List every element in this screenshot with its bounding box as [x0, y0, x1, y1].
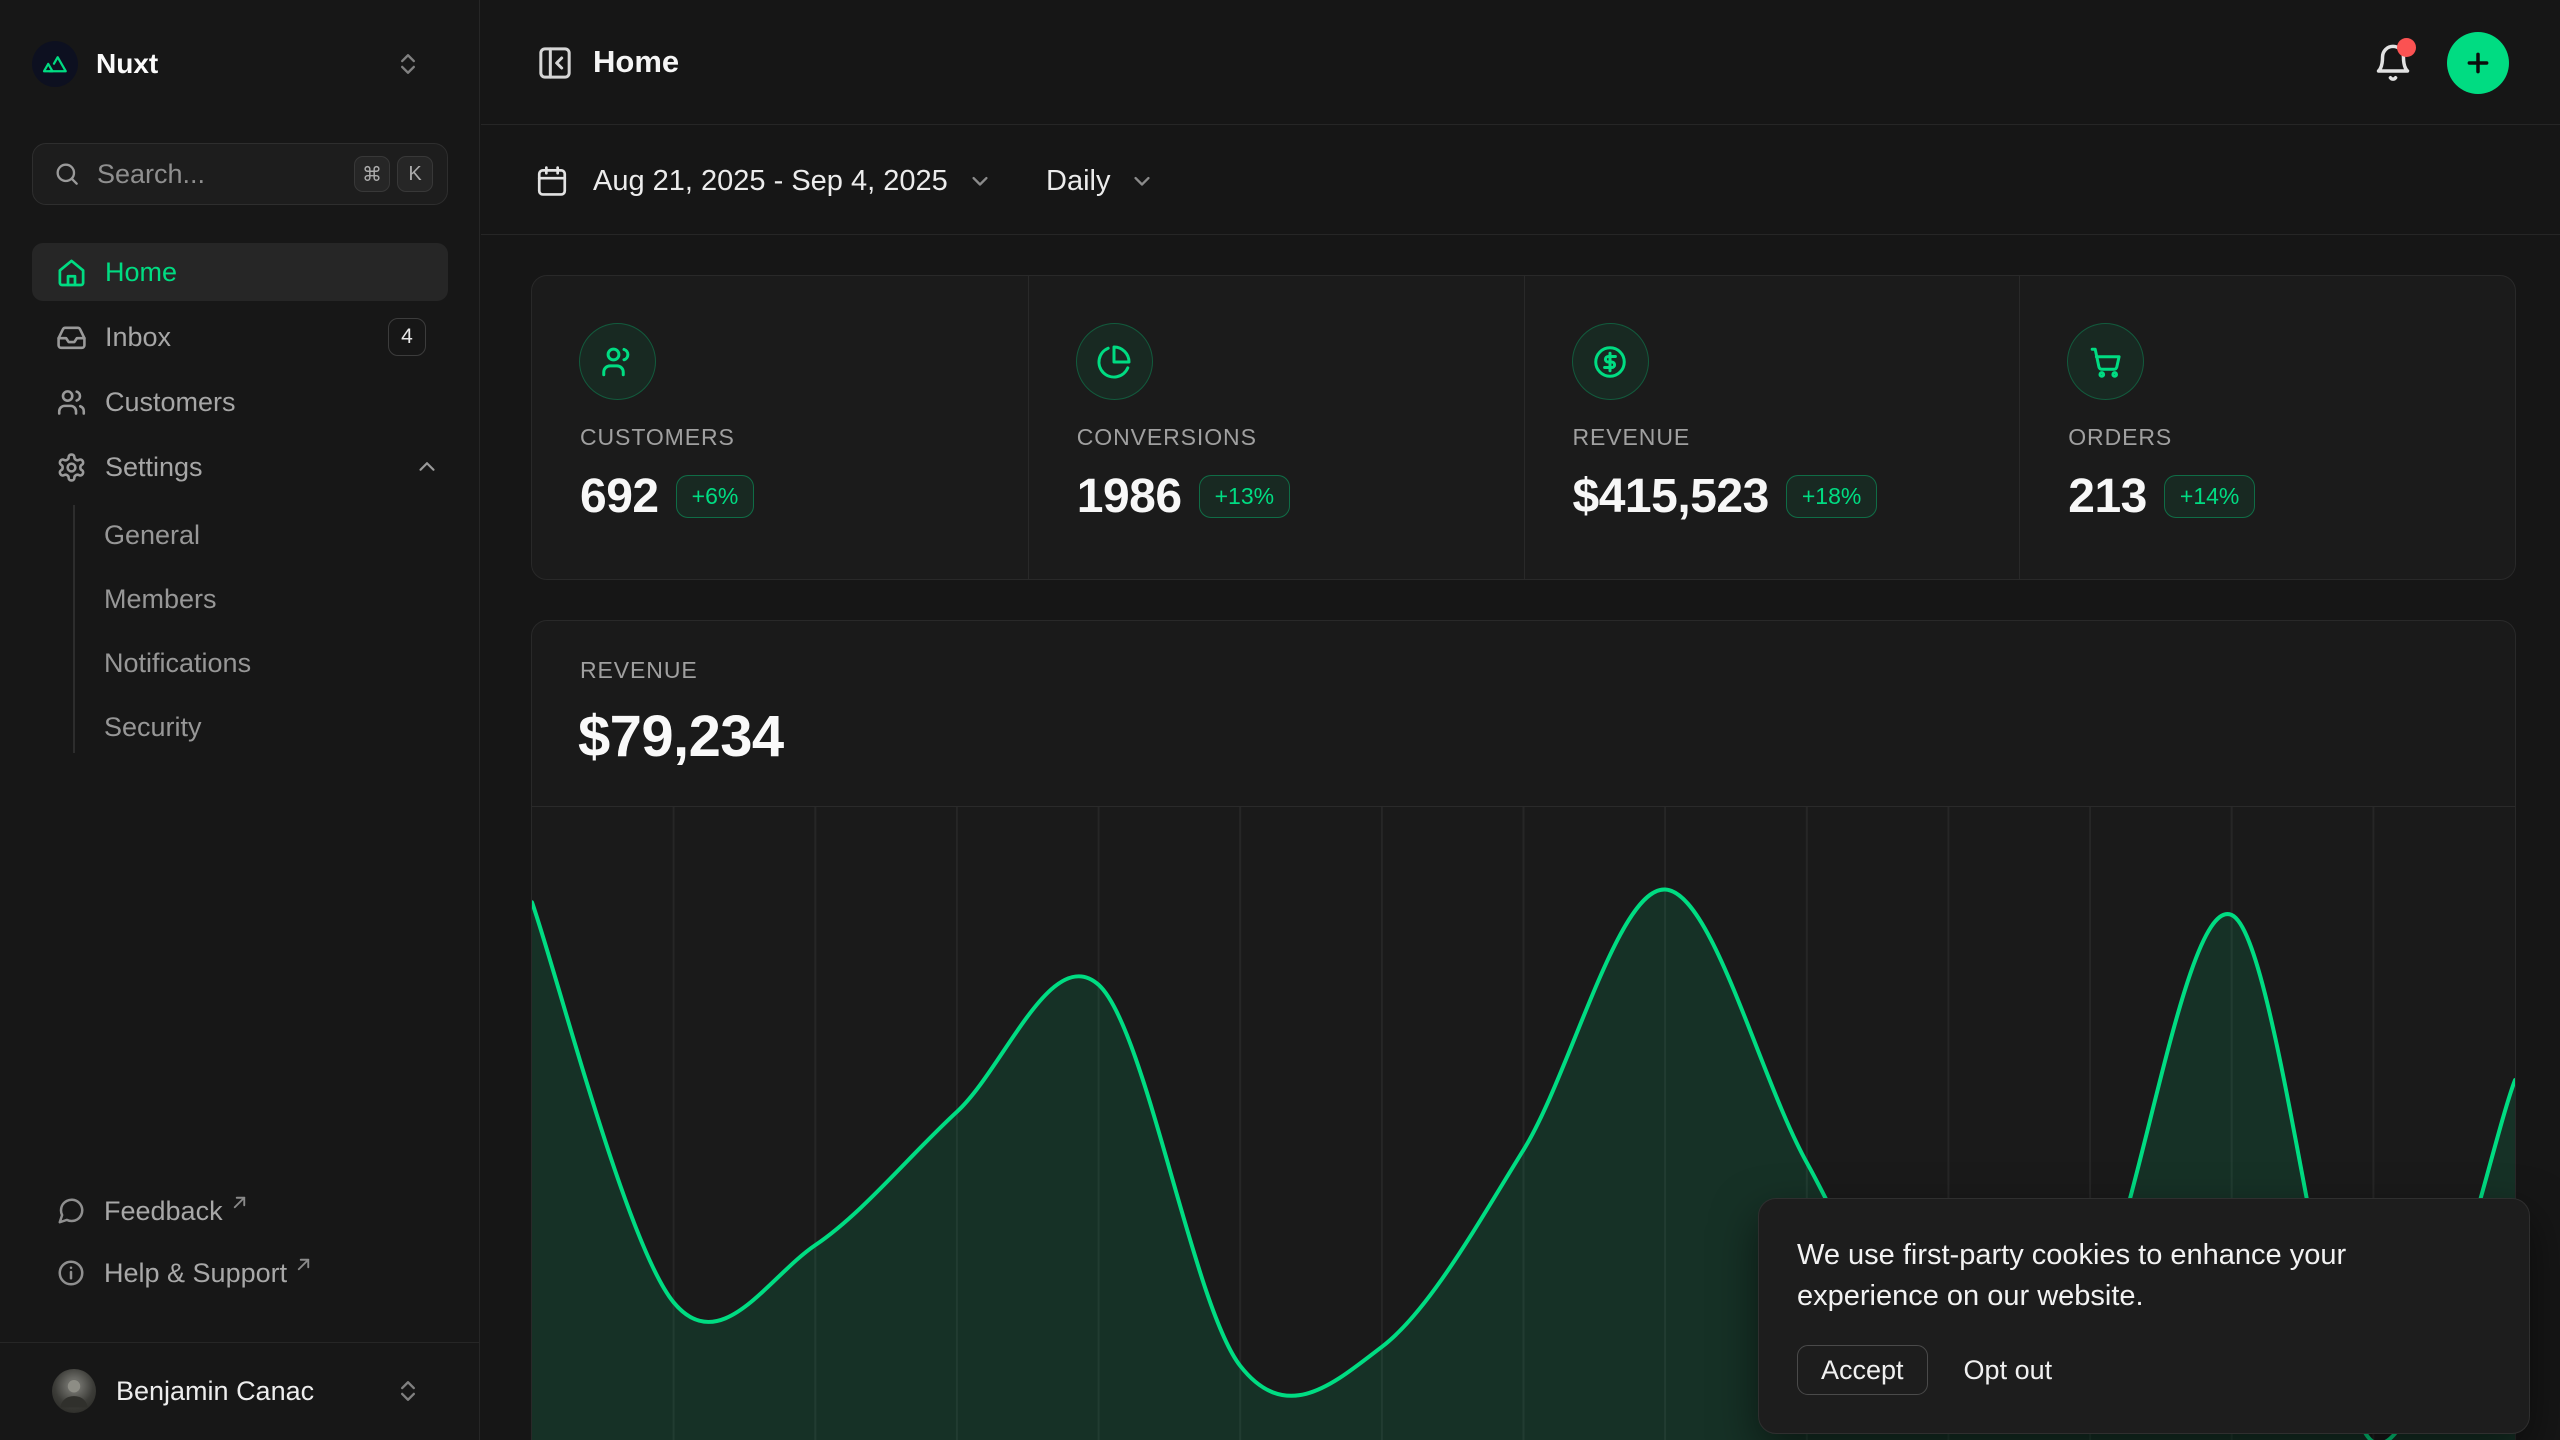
date-range-picker[interactable]: Aug 21, 2025 - Sep 4, 2025	[535, 160, 994, 202]
nuxt-logo-icon	[32, 41, 78, 87]
inbox-icon	[56, 322, 87, 353]
stat-label: CUSTOMERS	[580, 424, 735, 451]
avatar	[52, 1369, 96, 1413]
sidebar-item-security[interactable]: Security	[104, 695, 448, 759]
stat-label: REVENUE	[1573, 424, 1691, 451]
sidebar-item-general[interactable]: General	[104, 503, 448, 567]
gear-icon	[56, 452, 87, 483]
user-menu[interactable]: Benjamin Canac	[32, 1362, 448, 1420]
page-title: Home	[593, 44, 679, 80]
sidebar-nav: Home Inbox 4	[32, 243, 448, 759]
user-name: Benjamin Canac	[116, 1376, 314, 1407]
stat-card-customers: CUSTOMERS 692 +6%	[532, 276, 1028, 579]
granularity-select[interactable]: Daily	[1046, 160, 1156, 202]
sidebar-item-label: Members	[104, 584, 217, 615]
sidebar-item-label: Customers	[105, 387, 236, 418]
stat-value: 1986	[1077, 469, 1182, 524]
stats-row: CUSTOMERS 692 +6% CONVERSIONS 1986 +13%	[531, 275, 2516, 580]
revenue-chart-label: REVENUE	[580, 657, 698, 684]
add-button[interactable]	[2447, 32, 2509, 94]
sidebar-item-members[interactable]: Members	[104, 567, 448, 631]
help-support-label: Help & Support	[104, 1258, 287, 1289]
search-shortcut: ⌘ K	[354, 156, 433, 192]
sidebar-item-label: Settings	[105, 452, 203, 483]
accept-button[interactable]: Accept	[1797, 1345, 1928, 1395]
notifications-bell-button[interactable]	[2371, 40, 2415, 84]
topbar: Home	[481, 0, 2560, 125]
info-circle-icon	[56, 1258, 86, 1288]
granularity-value: Daily	[1046, 165, 1110, 198]
shopping-cart-icon	[2067, 323, 2144, 400]
dollar-circle-icon	[1572, 323, 1649, 400]
sidebar-item-notifications[interactable]: Notifications	[104, 631, 448, 695]
search-input[interactable]: Search... ⌘ K	[32, 143, 448, 205]
collapse-sidebar-button[interactable]	[535, 43, 575, 83]
app-root: Nuxt Search... ⌘ K	[0, 0, 2560, 1440]
stat-value: 692	[580, 469, 659, 524]
team-switcher[interactable]: Nuxt	[32, 38, 448, 90]
stat-card-orders: ORDERS 213 +14%	[2019, 276, 2515, 579]
stat-value: 213	[2068, 469, 2147, 524]
stat-card-conversions: CONVERSIONS 1986 +13%	[1028, 276, 1524, 579]
stat-delta-badge: +14%	[2164, 475, 2255, 518]
stat-delta-badge: +6%	[676, 475, 755, 518]
stat-value: $415,523	[1573, 469, 1769, 524]
feedback-label: Feedback	[104, 1196, 223, 1227]
cookie-banner: We use first-party cookies to enhance yo…	[1758, 1198, 2530, 1434]
cookie-message: We use first-party cookies to enhance yo…	[1797, 1235, 2397, 1317]
sidebar-divider	[0, 1342, 480, 1343]
opt-out-button[interactable]: Opt out	[1964, 1355, 2053, 1386]
stat-card-revenue: REVENUE $415,523 +18%	[1524, 276, 2020, 579]
chevrons-up-down-icon	[394, 50, 422, 78]
sidebar: Nuxt Search... ⌘ K	[0, 0, 480, 1440]
chevron-down-icon	[1128, 167, 1156, 195]
plus-icon	[2462, 47, 2494, 79]
date-range-value: Aug 21, 2025 - Sep 4, 2025	[593, 165, 948, 198]
calendar-icon	[535, 164, 569, 198]
sidebar-footer: Feedback Help & Support	[32, 1186, 448, 1310]
message-bubble-icon	[56, 1196, 86, 1226]
users-icon	[56, 387, 87, 418]
help-support-link[interactable]: Help & Support	[32, 1248, 448, 1298]
stat-label: ORDERS	[2068, 424, 2172, 451]
users-icon	[579, 323, 656, 400]
cookie-actions: Accept Opt out	[1797, 1345, 2491, 1395]
sidebar-item-settings[interactable]: Settings	[32, 438, 448, 496]
external-link-icon	[230, 1193, 249, 1212]
search-placeholder: Search...	[97, 159, 354, 190]
notification-dot	[2397, 38, 2416, 57]
kbd-cmd: ⌘	[354, 156, 390, 192]
chevrons-up-down-icon	[394, 1377, 422, 1405]
sidebar-item-label: Inbox	[105, 322, 171, 353]
settings-subnav: General Members Notifications Security	[73, 503, 448, 759]
external-link-icon	[294, 1255, 313, 1274]
sidebar-item-label: Notifications	[104, 648, 251, 679]
kbd-k: K	[397, 156, 433, 192]
chevron-down-icon	[966, 167, 994, 195]
search-icon	[53, 160, 81, 188]
sidebar-item-label: Security	[104, 712, 202, 743]
stat-label: CONVERSIONS	[1077, 424, 1257, 451]
sidebar-item-label: General	[104, 520, 200, 551]
chevron-up-icon	[414, 454, 440, 480]
revenue-chart-value: $79,234	[578, 703, 784, 770]
home-icon	[56, 257, 87, 288]
pie-chart-icon	[1076, 323, 1153, 400]
stat-delta-badge: +13%	[1199, 475, 1290, 518]
sidebar-item-label: Home	[105, 257, 177, 288]
feedback-link[interactable]: Feedback	[32, 1186, 448, 1236]
sidebar-item-home[interactable]: Home	[32, 243, 448, 301]
sidebar-item-customers[interactable]: Customers	[32, 373, 448, 431]
workspace-name: Nuxt	[96, 48, 158, 80]
sidebar-item-inbox[interactable]: Inbox 4	[32, 308, 448, 366]
inbox-count-badge: 4	[388, 318, 426, 356]
stat-delta-badge: +18%	[1786, 475, 1877, 518]
filter-bar: Aug 21, 2025 - Sep 4, 2025 Daily	[481, 126, 2560, 235]
